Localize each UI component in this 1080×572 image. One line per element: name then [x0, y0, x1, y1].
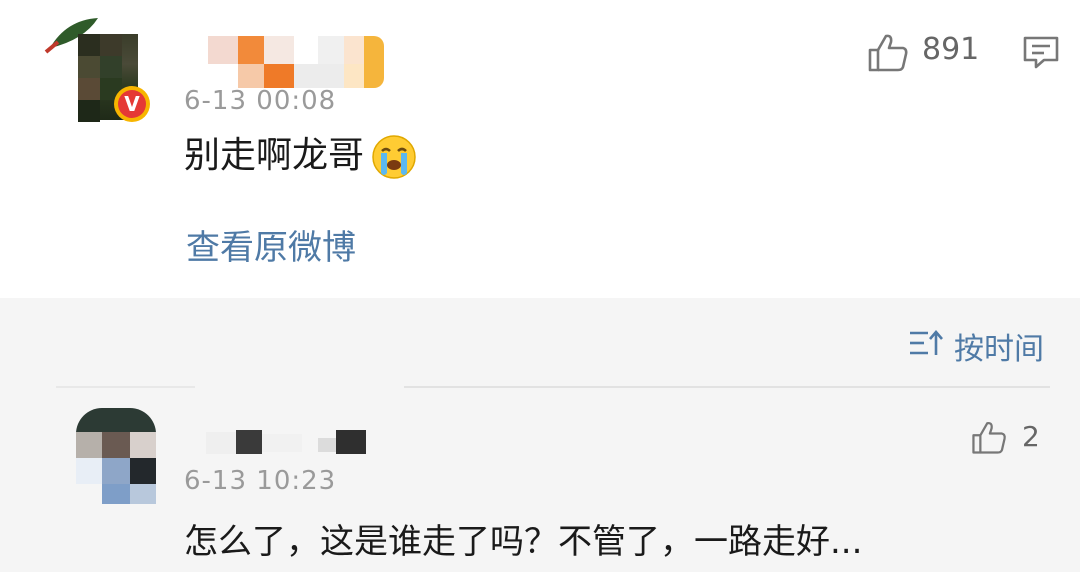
verified-badge-letter: V	[118, 90, 146, 118]
comment-text-body: 别走啊龙哥	[184, 135, 365, 176]
reply-text: 怎么了，这是谁走了吗？不管了，一路走好...	[184, 522, 863, 562]
main-comment	[0, 0, 1080, 298]
reply-timestamp: 6-13 10:23	[184, 466, 337, 496]
reply-like-count: 2	[1022, 420, 1040, 453]
username-redacted[interactable]	[208, 36, 388, 88]
comment-text: 别走啊龙哥	[184, 132, 418, 181]
thumbs-up-icon[interactable]	[970, 418, 1008, 456]
sort-icon[interactable]	[908, 329, 944, 357]
reply-avatar[interactable]	[76, 408, 156, 504]
comment-timestamp: 6-13 00:08	[184, 86, 337, 116]
like-count: 891	[922, 32, 980, 67]
verified-badge: V	[114, 86, 150, 122]
reply-username-redacted[interactable]	[206, 428, 376, 454]
crying-face-icon	[372, 135, 416, 179]
thumbs-up-icon[interactable]	[866, 30, 910, 74]
comment-icon[interactable]	[1022, 34, 1060, 70]
divider	[56, 386, 1050, 388]
sort-by-time-button[interactable]: 按时间	[954, 324, 1044, 368]
view-original-post-link[interactable]: 查看原微博	[186, 220, 356, 269]
